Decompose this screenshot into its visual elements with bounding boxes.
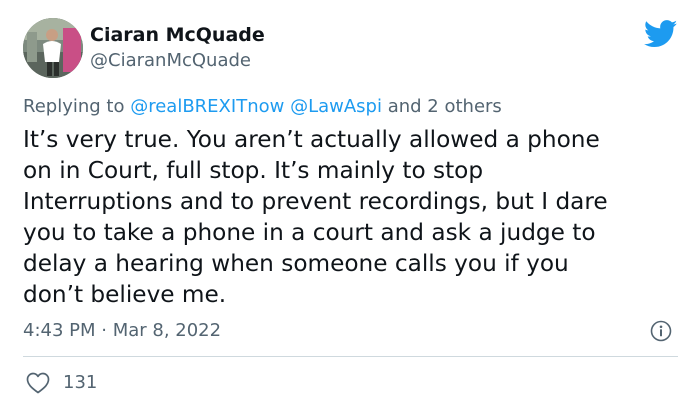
avatar[interactable] xyxy=(23,18,83,78)
mention-link[interactable]: @realBREXITnow xyxy=(130,96,284,117)
heart-icon[interactable] xyxy=(26,372,50,394)
tweet-card: Ciaran McQuade @CiaranMcQuade Replying t… xyxy=(0,0,700,410)
tweet-text: It’s very true. You aren’t actually allo… xyxy=(23,124,683,310)
tweet-text-line: don’t believe me. xyxy=(23,281,227,308)
replying-to-label: Replying to xyxy=(23,96,125,117)
tweet-text-line: you to take a phone in a court and ask a… xyxy=(23,219,596,246)
runner-photo-avatar xyxy=(23,18,83,78)
info-icon[interactable] xyxy=(650,320,672,342)
tweet-text-line: Interruptions and to prevent recordings,… xyxy=(23,188,608,215)
tweet-timestamp[interactable]: 4:43 PM · Mar 8, 2022 xyxy=(23,318,221,344)
divider xyxy=(23,356,678,357)
author-display-name[interactable]: Ciaran McQuade xyxy=(90,22,265,48)
author-handle[interactable]: @CiaranMcQuade xyxy=(90,48,251,74)
tweet-text-line: on in Court, full stop. It’s mainly to s… xyxy=(23,157,484,184)
like-count[interactable]: 131 xyxy=(63,370,97,396)
tweet-text-line: It’s very true. You aren’t actually allo… xyxy=(23,126,600,153)
mention-link[interactable]: @LawAspi xyxy=(290,96,382,117)
tweet-text-line: delay a hearing when someone calls you i… xyxy=(23,250,569,277)
twitter-bird-icon[interactable] xyxy=(643,20,678,48)
others-label[interactable]: and 2 others xyxy=(388,96,502,117)
replying-to-line: Replying to @realBREXITnow @LawAspi and … xyxy=(23,94,502,120)
